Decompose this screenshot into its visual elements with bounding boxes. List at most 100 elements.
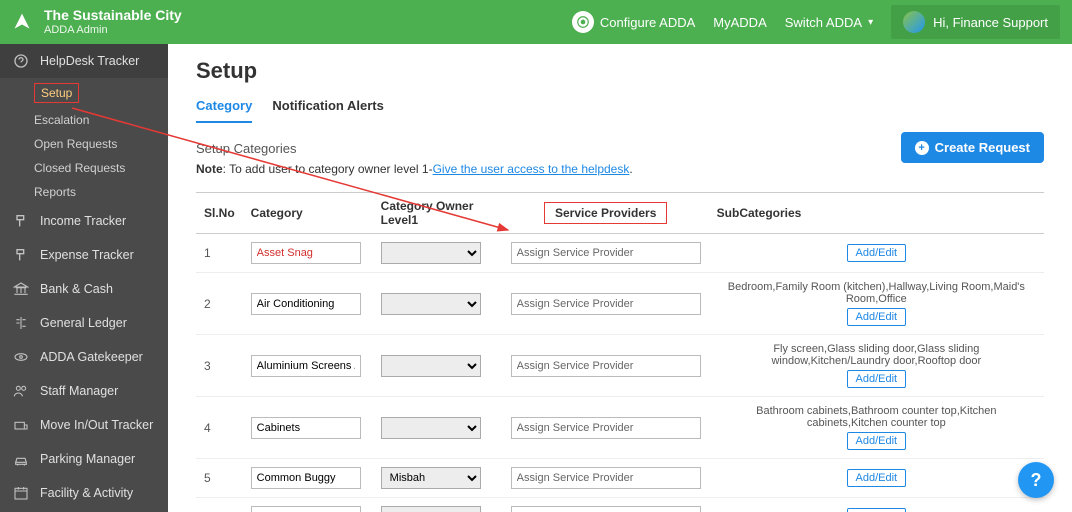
owner-select[interactable] [381, 417, 481, 439]
table-row: 4 Bathroom cabinets,Bathroom counter top,… [196, 397, 1044, 459]
sidebar-item-expense[interactable]: Expense Tracker [0, 238, 168, 272]
sidebar-label: HelpDesk Tracker [40, 54, 139, 68]
cell-slno: 5 [196, 459, 243, 498]
sidebar-item-ledger[interactable]: General Ledger [0, 306, 168, 340]
app-name: The Sustainable City [44, 7, 182, 24]
helpdesk-access-link[interactable]: Give the user access to the helpdesk [433, 162, 630, 176]
table-row: 2 Bedroom,Family Room (kitchen),Hallway,L… [196, 273, 1044, 335]
tab-notification-alerts[interactable]: Notification Alerts [272, 98, 383, 123]
income-icon [12, 212, 30, 230]
app-subtitle: ADDA Admin [44, 24, 182, 37]
subnav-open-requests[interactable]: Open Requests [34, 132, 168, 156]
col-slno: Sl.No [196, 193, 243, 234]
sidebar-item-staff[interactable]: Staff Manager [0, 374, 168, 408]
subnav-closed-requests[interactable]: Closed Requests [34, 156, 168, 180]
staff-icon [12, 382, 30, 400]
facility-icon [12, 484, 30, 502]
add-edit-button[interactable]: Add/Edit [847, 308, 907, 326]
cell-slno: 2 [196, 273, 243, 335]
add-edit-button[interactable]: Add/Edit [847, 432, 907, 450]
subnav-setup[interactable]: Setup [34, 78, 168, 108]
owner-select[interactable] [381, 242, 481, 264]
sidebar-item-income[interactable]: Income Tracker [0, 204, 168, 238]
configure-adda-button[interactable]: Configure ADDA [572, 11, 695, 33]
helpdesk-icon [12, 52, 30, 70]
owner-select[interactable] [381, 293, 481, 315]
cell-category [243, 335, 373, 397]
category-input[interactable] [251, 506, 361, 512]
sidebar-item-move[interactable]: Move In/Out Tracker [0, 408, 168, 442]
col-owner: Category Owner Level1 [373, 193, 503, 234]
add-edit-button[interactable]: Add/Edit [847, 469, 907, 487]
ledger-icon [12, 314, 30, 332]
cell-category [243, 273, 373, 335]
category-input[interactable] [251, 417, 361, 439]
chevron-down-icon: ▾ [868, 17, 873, 28]
service-provider-input[interactable] [511, 242, 701, 264]
service-provider-input[interactable] [511, 293, 701, 315]
helpdesk-submenu: Setup Escalation Open Requests Closed Re… [0, 78, 168, 204]
tab-category[interactable]: Category [196, 98, 252, 123]
cell-owner: Misbah [373, 498, 503, 512]
switch-label: Switch ADDA [785, 15, 862, 30]
setup-note: Note: To add user to category owner leve… [196, 162, 1044, 176]
category-input[interactable] [251, 355, 361, 377]
service-provider-input[interactable] [511, 355, 701, 377]
cell-owner [373, 234, 503, 273]
cell-owner: Misbah [373, 459, 503, 498]
header-bar: The Sustainable City ADDA Admin Configur… [0, 0, 1072, 44]
user-menu[interactable]: Hi, Finance Support [891, 5, 1060, 39]
subcategories-text: Bedroom,Family Room (kitchen),Hallway,Li… [717, 281, 1036, 305]
cell-slno: 1 [196, 234, 243, 273]
subnav-reports[interactable]: Reports [34, 180, 168, 204]
parking-icon [12, 450, 30, 468]
service-provider-input[interactable] [511, 417, 701, 439]
owner-select[interactable]: Misbah [381, 467, 481, 489]
cell-owner [373, 335, 503, 397]
configure-icon [572, 11, 594, 33]
sidebar-item-bank[interactable]: Bank & Cash [0, 272, 168, 306]
owner-select[interactable]: Misbah [381, 506, 481, 512]
configure-label: Configure ADDA [600, 15, 695, 30]
cell-owner [373, 273, 503, 335]
col-service: Service Providers [503, 193, 709, 234]
subcategories-text: Fly screen,Glass sliding door,Glass slid… [717, 343, 1036, 367]
categories-table: Sl.No Category Category Owner Level1 Ser… [196, 192, 1044, 512]
app-logo-icon [12, 12, 32, 32]
sidebar-item-helpdesk[interactable]: HelpDesk Tracker [0, 44, 168, 78]
tabs: Category Notification Alerts [196, 98, 1044, 123]
cell-subcategories: Bathroom cabinets,Bathroom counter top,K… [709, 397, 1044, 459]
add-edit-button[interactable]: Add/Edit [847, 508, 907, 512]
service-provider-input[interactable] [511, 506, 701, 512]
cell-subcategories: Bedroom,Family Room (kitchen),Hallway,Li… [709, 273, 1044, 335]
sidebar-item-facility[interactable]: Facility & Activity [0, 476, 168, 510]
header-title: The Sustainable City ADDA Admin [44, 7, 182, 37]
sidebar-item-gatekeeper[interactable]: ADDA Gatekeeper [0, 340, 168, 374]
help-button[interactable]: ? [1018, 462, 1054, 498]
myadda-label: MyADDA [713, 15, 766, 30]
owner-select[interactable] [381, 355, 481, 377]
add-edit-button[interactable]: Add/Edit [847, 370, 907, 388]
sidebar-item-parking[interactable]: Parking Manager [0, 442, 168, 476]
expense-icon [12, 246, 30, 264]
switch-adda-button[interactable]: Switch ADDA ▾ [785, 15, 873, 30]
subnav-escalation[interactable]: Escalation [34, 108, 168, 132]
cell-owner [373, 397, 503, 459]
cell-service [503, 397, 709, 459]
cell-slno: 3 [196, 335, 243, 397]
user-greeting: Hi, Finance Support [933, 15, 1048, 30]
service-provider-input[interactable] [511, 467, 701, 489]
category-input[interactable] [251, 467, 361, 489]
category-input[interactable] [251, 293, 361, 315]
category-input[interactable] [251, 242, 361, 264]
myadda-link[interactable]: MyADDA [713, 15, 766, 30]
col-subcategories: SubCategories [709, 193, 1044, 234]
plus-icon: + [915, 141, 929, 155]
subcategories-text: Bathroom cabinets,Bathroom counter top,K… [717, 405, 1036, 429]
create-request-button[interactable]: + Create Request [901, 132, 1044, 163]
table-row: 5 Misbah Add/Edit [196, 459, 1044, 498]
cell-slno: 4 [196, 397, 243, 459]
cell-category [243, 234, 373, 273]
cell-slno: 6 [196, 498, 243, 512]
add-edit-button[interactable]: Add/Edit [847, 244, 907, 262]
